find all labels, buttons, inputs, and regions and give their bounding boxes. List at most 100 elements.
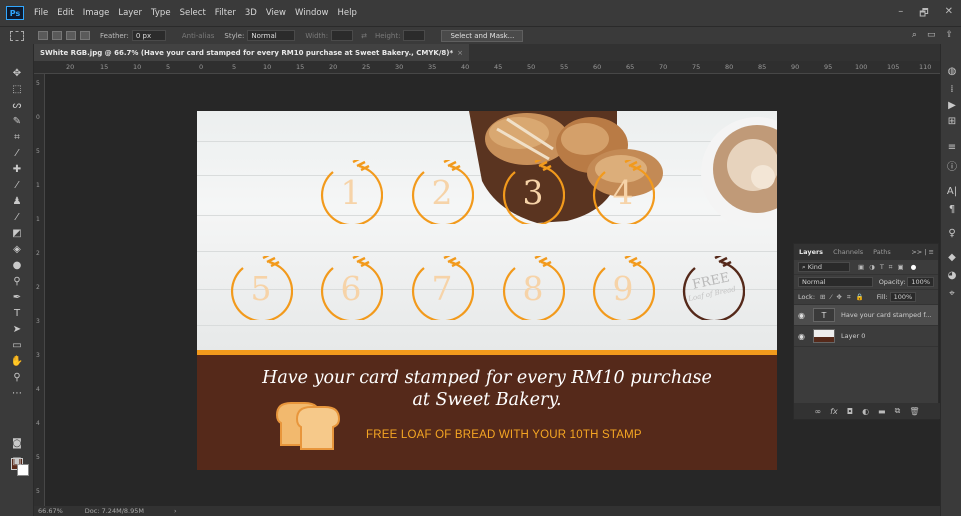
- grid-panel-icon[interactable]: ⊞: [945, 114, 959, 128]
- brush-tool-icon[interactable]: ⁄: [10, 178, 24, 192]
- close-tab-icon[interactable]: ×: [457, 49, 463, 57]
- zoom-level[interactable]: 66.67%: [38, 507, 63, 515]
- rectangle-tool-icon[interactable]: ▭: [10, 338, 24, 352]
- color-panel-icon[interactable]: ◍: [945, 64, 959, 78]
- opacity-input[interactable]: 100%: [907, 277, 934, 287]
- doc-size[interactable]: Doc: 7.24M/8.95M: [85, 507, 144, 515]
- lock-label: Lock:: [798, 293, 816, 301]
- filter-toggle-icon[interactable]: ●: [911, 263, 917, 271]
- menu-file[interactable]: File: [34, 8, 48, 18]
- swap-icon[interactable]: ⇄: [361, 32, 367, 40]
- marquee-tool-icon[interactable]: ⬚: [10, 82, 24, 96]
- layer-row-image[interactable]: ◉ Layer 0: [794, 326, 938, 347]
- style-select[interactable]: Normal: [247, 30, 296, 41]
- stamp-number: 7: [431, 268, 453, 308]
- fill-input[interactable]: 100%: [889, 292, 917, 302]
- quick-mask-icon[interactable]: ◙: [10, 436, 24, 450]
- menu-filter[interactable]: Filter: [215, 8, 236, 18]
- minimize-icon[interactable]: –: [898, 6, 903, 23]
- width-input[interactable]: [331, 30, 354, 41]
- healing-brush-tool-icon[interactable]: ✚: [10, 162, 24, 176]
- filter-row: ⌕ Kind ▣◑T⌗▣ ●: [794, 260, 938, 275]
- feather-input[interactable]: 0 px: [131, 30, 166, 41]
- menu-select[interactable]: Select: [180, 8, 206, 18]
- add-selection-icon[interactable]: [52, 31, 62, 40]
- height-input[interactable]: [403, 30, 426, 41]
- eyedropper-tool-icon[interactable]: ⁄: [10, 146, 24, 160]
- move-tool-icon[interactable]: ✥: [10, 66, 24, 80]
- panel-menu-icon[interactable]: >> | ≡: [906, 248, 938, 256]
- history-brush-tool-icon[interactable]: ⁄: [10, 210, 24, 224]
- libraries-panel-icon[interactable]: ♀: [945, 226, 959, 240]
- menu-type[interactable]: Type: [151, 8, 171, 18]
- path-select-tool-icon[interactable]: ➤: [10, 322, 24, 336]
- menu-layer[interactable]: Layer: [118, 8, 142, 18]
- kind-filter-select[interactable]: ⌕ Kind: [798, 262, 850, 272]
- layer-row-text[interactable]: ◉ T Have your card stamped f...: [794, 305, 938, 326]
- fx-icon[interactable]: fx: [830, 407, 838, 416]
- crop-tool-icon[interactable]: ⌗: [10, 130, 24, 144]
- pen-tool-icon[interactable]: ✒: [10, 290, 24, 304]
- menu-3d[interactable]: 3D: [245, 8, 257, 18]
- adjustments-panel-icon[interactable]: ≡: [945, 140, 959, 154]
- vertical-ruler[interactable]: 5 0 5 1 1 2 2 3 3 4 4 5 5: [34, 74, 45, 506]
- character-panel-icon[interactable]: A|: [945, 184, 959, 198]
- hand-tool-icon[interactable]: ✋: [10, 354, 24, 368]
- eraser-tool-icon[interactable]: ◩: [10, 226, 24, 240]
- workspace-icon[interactable]: ▭: [927, 30, 936, 40]
- search-icon[interactable]: ⌕: [912, 30, 917, 40]
- eye-icon[interactable]: ◉: [798, 332, 808, 341]
- antialias-checkbox[interactable]: Anti-alias: [182, 32, 215, 40]
- tab-layers[interactable]: Layers: [794, 248, 828, 256]
- subtract-selection-icon[interactable]: [66, 31, 76, 40]
- folder-icon[interactable]: ▬: [878, 407, 886, 416]
- menu-window[interactable]: Window: [295, 8, 329, 18]
- swatches-panel-icon[interactable]: ⁞: [945, 82, 959, 96]
- tab-paths[interactable]: Paths: [868, 248, 896, 256]
- horizontal-ruler[interactable]: 20 15 10 5 0 5 10 15 20 25 30 35 40 45 5…: [34, 61, 940, 74]
- clone-stamp-tool-icon[interactable]: ♟: [10, 194, 24, 208]
- menu-help[interactable]: Help: [338, 8, 357, 18]
- status-menu-icon[interactable]: ›: [174, 507, 177, 515]
- lasso-tool-icon[interactable]: ᔕ: [10, 98, 24, 112]
- paragraph-panel-icon[interactable]: ¶: [945, 202, 959, 216]
- paths-panel-icon[interactable]: ⌖: [945, 286, 959, 300]
- select-and-mask-button[interactable]: Select and Mask...: [441, 29, 524, 42]
- zoom-tool-icon[interactable]: ⚲: [10, 370, 24, 384]
- close-icon[interactable]: ✕: [945, 6, 953, 23]
- mask-icon[interactable]: ◘: [847, 407, 853, 416]
- screen-mode-icon[interactable]: ▣: [10, 454, 24, 468]
- dodge-tool-icon[interactable]: ⚲: [10, 274, 24, 288]
- restore-icon[interactable]: 🗗: [919, 6, 928, 23]
- quick-select-tool-icon[interactable]: ✎: [10, 114, 24, 128]
- filter-type-icons[interactable]: ▣◑T⌗▣: [858, 263, 909, 272]
- play-actions-icon[interactable]: ▶: [945, 98, 959, 112]
- tab-channels[interactable]: Channels: [828, 248, 868, 256]
- blur-tool-icon[interactable]: ●: [10, 258, 24, 272]
- adjustment-icon[interactable]: ◐: [862, 407, 869, 416]
- stamp-number: 6: [340, 268, 362, 308]
- menu-image[interactable]: Image: [83, 8, 110, 18]
- stamp-number: 2: [431, 172, 453, 212]
- lock-icons[interactable]: ⊞⁄✥⌗🔒: [820, 293, 869, 302]
- share-icon[interactable]: ⇪: [945, 30, 953, 40]
- trash-icon[interactable]: 🗑: [909, 407, 919, 416]
- stamp-card-document[interactable]: 1 2 3 4 5 6 7 8 9 FREE Loaf of Bread Hav…: [197, 111, 777, 470]
- menu-edit[interactable]: Edit: [57, 8, 73, 18]
- channels-panel-icon[interactable]: ◕: [945, 268, 959, 282]
- blend-mode-select[interactable]: Normal: [798, 277, 873, 287]
- layers-panel-icon[interactable]: ◆: [945, 250, 959, 264]
- info-panel-icon[interactable]: ⓘ: [945, 158, 959, 173]
- menu-view[interactable]: View: [266, 8, 286, 18]
- stamp-circle-3: 3: [501, 160, 565, 224]
- new-layer-icon[interactable]: ⧉: [895, 406, 901, 416]
- intersect-selection-icon[interactable]: [80, 31, 90, 40]
- type-tool-icon[interactable]: T: [10, 306, 24, 320]
- more-tools-icon[interactable]: ⋯: [10, 386, 24, 400]
- marquee-tool-preset-icon[interactable]: [10, 30, 24, 41]
- new-selection-icon[interactable]: [38, 31, 48, 40]
- paint-bucket-tool-icon[interactable]: ◈: [10, 242, 24, 256]
- document-tab[interactable]: SWhite RGB.jpg @ 66.7% (Have your card s…: [34, 44, 470, 61]
- eye-icon[interactable]: ◉: [798, 311, 808, 320]
- link-icon[interactable]: ∞: [815, 407, 822, 416]
